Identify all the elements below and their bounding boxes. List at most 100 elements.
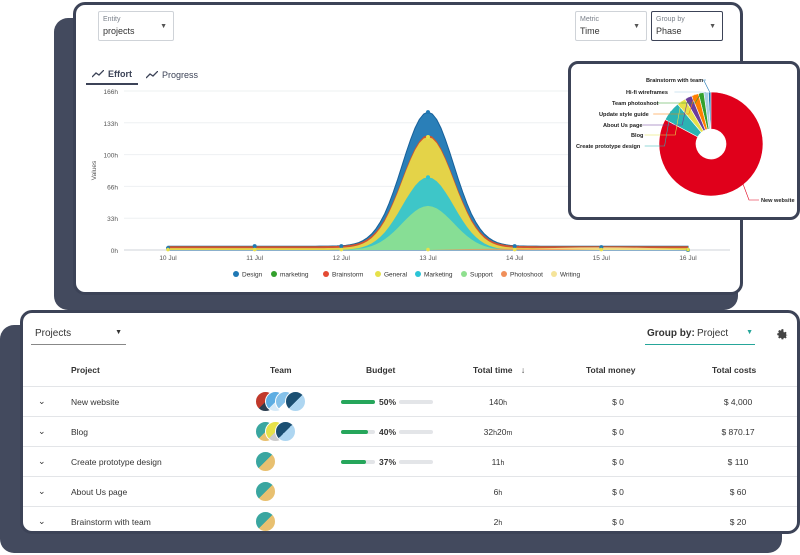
total-time-hours-unit: h [498,490,503,497]
entity-select[interactable]: Entity projects ▼ [98,11,174,41]
pie-label: Hi-fi wireframes [626,90,668,96]
project-name[interactable]: Blog [71,427,88,437]
legend-marker [233,271,239,277]
metric-select[interactable]: Metric Time ▼ [575,11,647,41]
legend-label[interactable]: General [384,272,408,279]
tab-progress-label: Progress [162,70,199,80]
y-tick-label: 33h [107,216,118,223]
table-row[interactable]: ⌄ Brainstorm with team 2h $ 0 $ 20 [23,506,797,531]
total-time: 140h [443,397,553,407]
budget-percent: 40% [379,427,397,437]
y-tick-label: 0h [111,248,119,255]
col-total-time-label: Total time [473,365,513,375]
data-point[interactable] [512,244,517,249]
project-name[interactable]: About Us page [71,487,127,497]
table-row[interactable]: ⌄ New website 50% 140h $ 0 $ 4,000 [23,386,797,416]
table-row[interactable]: ⌄ About Us page 6h $ 0 $ 60 [23,476,797,506]
total-time: 2h [443,517,553,527]
data-point[interactable] [252,247,257,252]
trend-icon [146,71,158,79]
pie-label: Blog [631,133,644,139]
data-point[interactable] [426,134,430,139]
pie-label: Create prototype design [576,144,641,150]
budget-percent: 50% [379,397,397,407]
total-time-minutes-unit: m [506,430,513,437]
metric-label: Metric [580,16,600,23]
chevron-down-icon[interactable]: ⌄ [38,456,46,467]
project-name[interactable]: Create prototype design [71,457,162,467]
x-tick-label: 11 Jul [246,255,263,262]
table-row[interactable]: ⌄ Blog 40% 32h20m $ 0 $ 870.17 [23,416,797,446]
col-total-costs[interactable]: Total costs [712,365,756,375]
legend-marker [323,271,329,277]
budget-percent: 37% [379,457,397,467]
group-by-select[interactable]: Group by Phase ▼ [651,11,723,41]
group-by-label: Group by [656,16,685,23]
y-tick-label: 100h [104,153,119,160]
data-point[interactable] [512,247,517,252]
data-point[interactable] [166,247,170,252]
gear-icon[interactable] [775,327,789,341]
pie-label: Team photoshoot [612,101,659,107]
legend-label[interactable]: Writing [560,272,580,279]
total-money: $ 0 [612,487,624,497]
avatar[interactable] [255,481,276,502]
legend-label[interactable]: Brainstorm [332,272,363,279]
x-tick-label: 12 Jul [333,255,351,262]
total-time-hours: 140 [488,397,504,407]
team-avatars [255,421,315,443]
legend-label[interactable]: Support [470,272,493,279]
tab-progress[interactable]: Progress [140,65,204,85]
avatar[interactable] [255,451,276,472]
data-point[interactable] [339,244,344,249]
table-row[interactable]: ⌄ Create prototype design 37% 11h $ 0 $ … [23,446,797,476]
col-total-time[interactable]: Total time ↓ [473,365,525,375]
projects-select[interactable]: Projects ▼ [31,325,126,345]
avatar[interactable] [255,511,276,531]
legend-label[interactable]: Photoshoot [510,272,543,279]
total-costs: $ 60 [729,487,747,497]
table-group-by-select[interactable]: Group by: Project ▼ [645,325,755,345]
x-tick-label: 13 Jul [419,255,437,262]
y-tick-label: 166h [104,89,119,96]
project-name[interactable]: New website [71,397,119,407]
budget-bar-track [399,460,433,464]
chevron-down-icon[interactable]: ⌄ [38,516,46,527]
total-time-hours-unit: h [500,460,505,467]
data-point[interactable] [339,247,344,252]
data-point[interactable] [599,247,604,252]
data-point[interactable] [426,175,430,180]
phase-pie-chart: Brainstorm with team Hi-fi wireframes Team… [576,78,795,204]
chevron-down-icon[interactable]: ⌄ [38,486,46,497]
total-costs: $ 20 [729,517,747,527]
total-time-hours: 32 [483,427,494,437]
budget-bar [341,460,375,464]
legend-label[interactable]: marketing [280,272,309,279]
col-project[interactable]: Project [71,365,100,375]
y-tick-label: 133h [104,121,119,128]
avatar[interactable] [275,421,296,442]
chevron-down-icon[interactable]: ⌄ [38,426,46,437]
avatar[interactable] [285,391,306,412]
pie-label: Update style guide [599,112,649,118]
col-team[interactable]: Team [270,365,292,375]
entity-label: Entity [103,16,121,23]
col-budget[interactable]: Budget [366,365,395,375]
tab-effort[interactable]: Effort [86,65,138,85]
total-time-minutes: 20 [497,427,507,437]
metric-value: Time [580,26,600,36]
data-point[interactable] [686,247,690,252]
project-name[interactable]: Brainstorm with team [71,517,151,527]
group-by-value: Phase [656,26,682,36]
chevron-down-icon[interactable]: ⌄ [38,396,46,407]
pie-label: About Us page [603,123,642,129]
data-point[interactable] [426,247,430,252]
data-point[interactable] [252,244,257,249]
data-point[interactable] [426,110,430,115]
col-total-money[interactable]: Total money [586,365,635,375]
total-time: 11h [443,457,553,467]
legend-label[interactable]: Marketing [424,272,453,279]
budget-bar [341,400,375,404]
legend-label[interactable]: Design [242,272,263,279]
budget-bar-fill [341,430,368,434]
